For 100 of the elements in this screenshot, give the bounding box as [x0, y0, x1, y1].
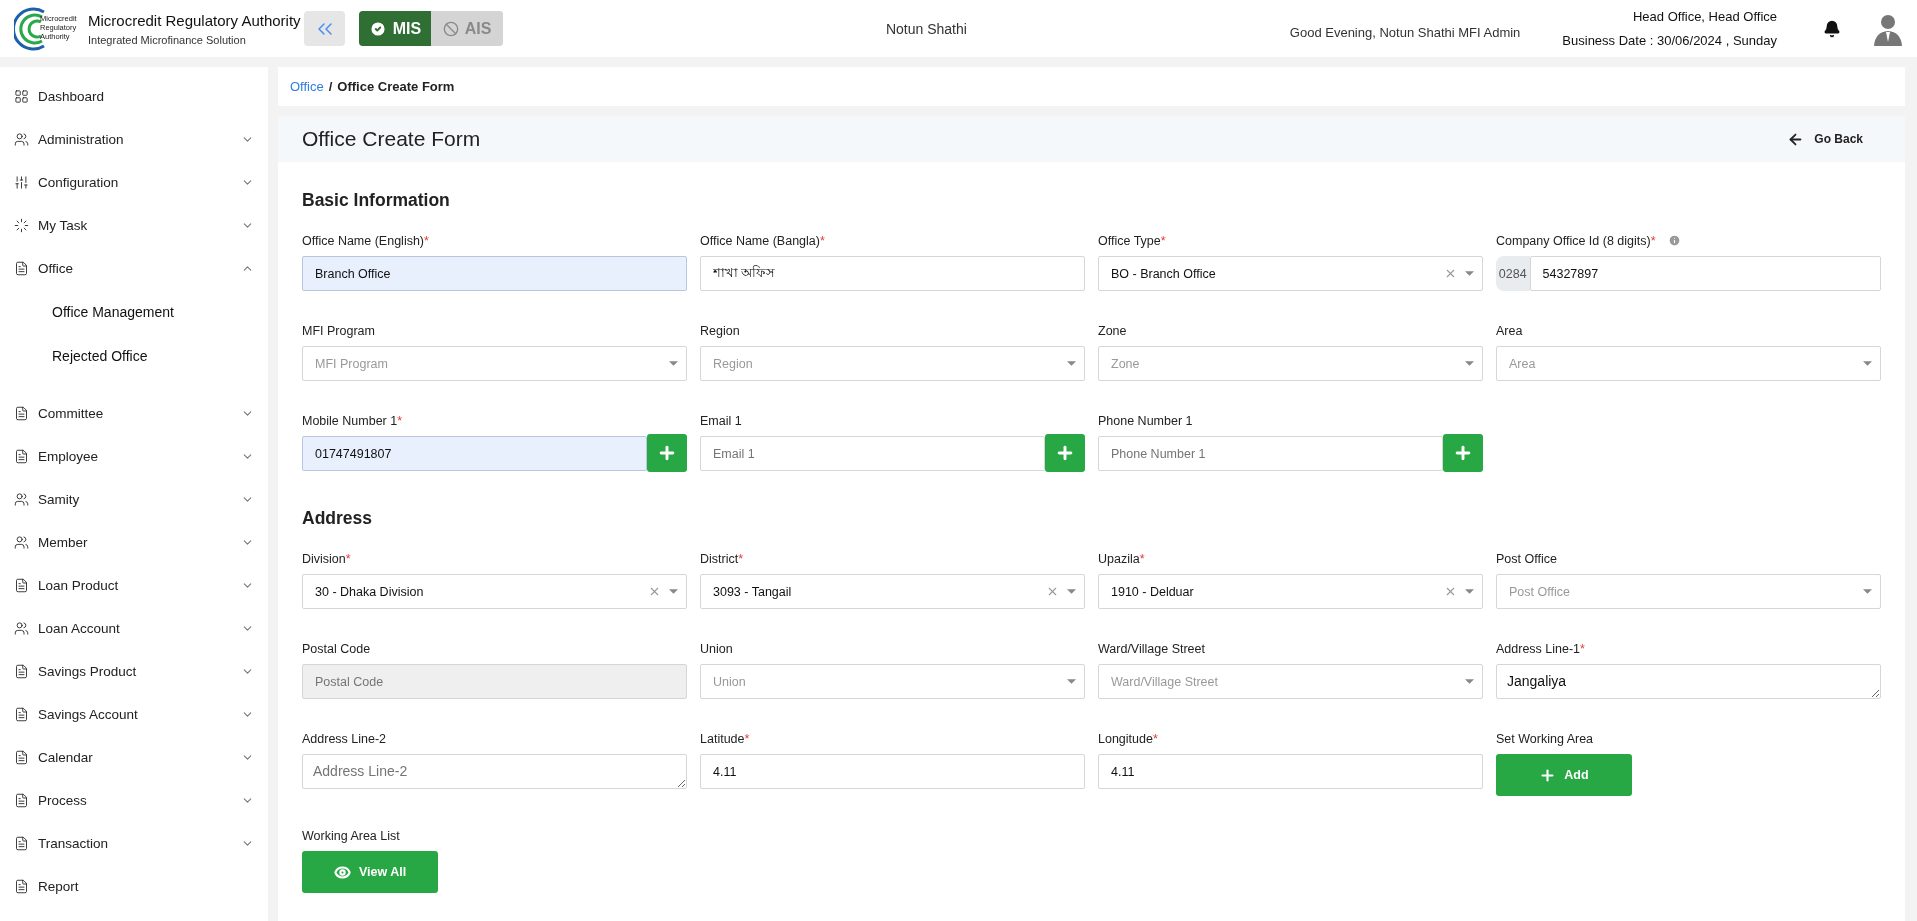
- sidebar-item[interactable]: Administration: [0, 118, 268, 161]
- text-input[interactable]: Email 1: [700, 436, 1045, 471]
- sidebar-item[interactable]: Configuration: [0, 161, 268, 204]
- sidebar-item[interactable]: Savings Account: [0, 693, 268, 736]
- menu-item-icon: [14, 750, 29, 765]
- select-field[interactable]: BO - Branch Office: [1098, 256, 1483, 291]
- breadcrumb-separator: /: [328, 79, 333, 94]
- go-back-button[interactable]: Go Back: [1787, 126, 1881, 152]
- text-input[interactable]: 01747491807: [302, 436, 647, 471]
- collapse-sidebar-button[interactable]: [304, 11, 345, 46]
- field-label: Region: [700, 323, 740, 338]
- module-tab[interactable]: MIS: [359, 11, 431, 46]
- field-label: Office Name (Bangla)*: [700, 233, 825, 248]
- menu-item-icon: [14, 578, 29, 593]
- add-button[interactable]: [1443, 434, 1483, 472]
- field-label: Address Line-1*: [1496, 641, 1585, 656]
- notification-bell-icon[interactable]: [1823, 19, 1841, 38]
- field-label: Ward/Village Street: [1098, 641, 1205, 656]
- field-label: Mobile Number 1*: [302, 413, 403, 428]
- ban-icon: [442, 20, 459, 37]
- app-title: Microcredit Regulatory Authority: [88, 11, 301, 29]
- select-field[interactable]: 3093 - Tangail: [700, 574, 1085, 609]
- text-input[interactable]: Branch Office: [302, 256, 687, 291]
- field-label: Latitude*: [700, 731, 750, 746]
- field-label: Office Name (English)*: [302, 233, 429, 248]
- clear-icon[interactable]: [1444, 267, 1457, 280]
- field-label: Longitude*: [1098, 731, 1158, 746]
- caret-icon: [1465, 361, 1474, 366]
- menu-item-icon: [14, 707, 29, 722]
- breadcrumb-current: Office Create Form: [337, 79, 455, 94]
- section-title: Basic Information: [302, 190, 451, 211]
- office-name: Head Office, Head Office: [1632, 9, 1777, 24]
- menu-item-icon: [14, 132, 29, 147]
- field-label: Union: [700, 641, 733, 656]
- field-label: District*: [700, 551, 744, 566]
- plus-icon: [1539, 766, 1557, 784]
- add-button[interactable]: [1045, 434, 1085, 472]
- sidebar-item[interactable]: Transaction: [0, 822, 268, 865]
- select-field[interactable]: 30 - Dhaka Division: [302, 574, 687, 609]
- sidebar-item[interactable]: Report: [0, 865, 268, 908]
- add-button[interactable]: [647, 434, 687, 472]
- field-label: Post Office: [1496, 551, 1557, 566]
- menu-item-icon: [14, 175, 29, 190]
- field-label: MFI Program: [302, 323, 375, 338]
- sidebar-item[interactable]: My Task: [0, 204, 268, 247]
- textarea-input[interactable]: Jangaliya: [1496, 664, 1881, 699]
- caret-icon: [1067, 361, 1076, 366]
- page-title: Office Create Form: [302, 127, 481, 151]
- text-input[interactable]: 4.11: [700, 754, 1085, 789]
- sidebar-item[interactable]: Dashboard: [0, 75, 268, 118]
- menu-item-icon: [14, 535, 29, 550]
- sidebar-item[interactable]: Loan Account: [0, 607, 268, 650]
- field-label: Upazila*: [1098, 551, 1145, 566]
- plus-icon: [657, 443, 677, 463]
- sidebar-item[interactable]: Employee: [0, 435, 268, 478]
- menu-item-icon: [14, 664, 29, 679]
- menu-item-icon: [14, 261, 29, 276]
- submenu-item[interactable]: Office Management: [0, 290, 268, 334]
- sidebar-item[interactable]: Savings Product: [0, 650, 268, 693]
- menu-item-icon: [14, 406, 29, 421]
- sidebar-item[interactable]: Calendar: [0, 736, 268, 779]
- breadcrumb-link[interactable]: Office: [290, 79, 324, 94]
- eye-icon: [333, 863, 351, 881]
- sidebar-item[interactable]: Process: [0, 779, 268, 822]
- submenu-item[interactable]: Rejected Office: [0, 334, 268, 378]
- caret-icon: [1067, 679, 1076, 684]
- field-label: Address Line-2: [302, 731, 387, 746]
- clear-icon[interactable]: [648, 585, 661, 598]
- app-subtitle: Integrated Microfinance Solution: [88, 33, 247, 46]
- menu-item-icon: [14, 89, 29, 104]
- menu-item-icon: [14, 449, 29, 464]
- field-label: Area: [1496, 323, 1523, 338]
- text-input[interactable]: Phone Number 1: [1098, 436, 1443, 471]
- field-label: Postal Code: [302, 641, 371, 656]
- clear-icon[interactable]: [1444, 585, 1457, 598]
- menu-item-icon: [14, 218, 29, 233]
- text-input[interactable]: 54327897: [1529, 256, 1881, 291]
- plus-icon: [1055, 443, 1075, 463]
- prefix-label: 0284: [1496, 256, 1530, 291]
- field-label: Phone Number 1: [1098, 413, 1193, 428]
- sidebar-item[interactable]: Samity: [0, 478, 268, 521]
- greeting-text: Good Evening, Notun Shathi MFI Admin: [1289, 25, 1521, 40]
- menu-item-icon: [14, 621, 29, 636]
- menu-item-icon: [14, 793, 29, 808]
- sidebar-item[interactable]: Loan Product: [0, 564, 268, 607]
- field-label: Office Type*: [1098, 233, 1166, 248]
- textarea-input[interactable]: Address Line-2: [302, 754, 687, 789]
- business-date: Business Date : 30/06/2024 , Sunday: [1562, 33, 1777, 48]
- sidebar-item[interactable]: Office: [0, 247, 268, 290]
- sidebar-item[interactable]: Committee: [0, 392, 268, 435]
- menu-item-icon: [14, 492, 29, 507]
- caret-icon: [1465, 679, 1474, 684]
- sidebar-item[interactable]: Member: [0, 521, 268, 564]
- select-field[interactable]: 1910 - Delduar: [1098, 574, 1483, 609]
- clear-icon[interactable]: [1046, 585, 1059, 598]
- text-input[interactable]: শাখা অফিস: [700, 256, 1085, 291]
- organization-name: Notun Shathi: [885, 20, 967, 37]
- field-label: Set Working Area: [1496, 731, 1594, 746]
- text-input[interactable]: 4.11: [1098, 754, 1483, 789]
- field-label: Working Area List: [302, 828, 400, 843]
